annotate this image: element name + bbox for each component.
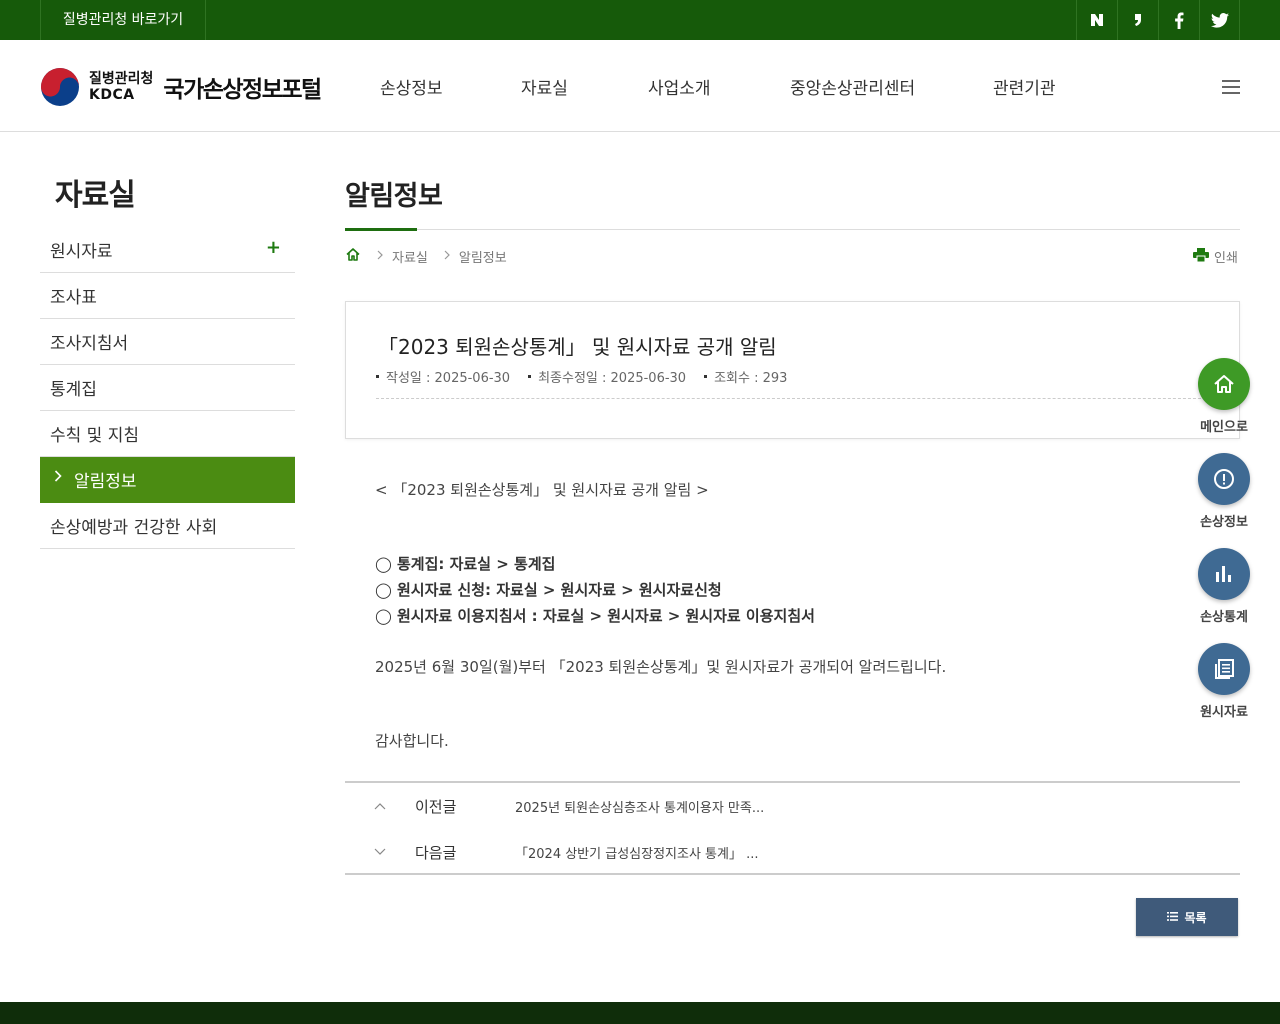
post-notice: 2025년 6월 30일(월)부터 「2023 퇴원손상통계」및 원시자료가 공… [375,658,947,676]
sidebar-item-label: 수칙 및 지침 [50,426,140,446]
quick-item-label: 메인으로 [1200,420,1248,435]
facebook-icon[interactable] [1158,0,1199,40]
quick-item-label: 손상정보 [1200,515,1248,530]
org-name-english: KDCA [89,87,135,103]
sidebar-item-rules[interactable]: 수칙 및 지침 [40,411,295,457]
sidebar-item-raw-data[interactable]: 원시자료 + [40,227,295,273]
site-logo[interactable]: 질병관리청 KDCA 국가손상정보포털 [40,67,322,107]
post-link-line: ◯ 원시자료 이용지침서 : 자료실 > 원시자료 > 원시자료 이용지침서 [375,607,815,625]
breadcrumb-separator-icon [377,250,383,263]
post-view-count: 조회수 : 293 [704,367,787,386]
list-icon [1167,910,1179,924]
quick-item-raw-data[interactable]: 원시자료 [1196,643,1252,720]
twitter-icon[interactable] [1199,0,1240,40]
prev-post-row[interactable]: 이전글 2025년 퇴원손상심층조사 통계이용자 만족... [345,783,1240,829]
gnb-item-injury-info[interactable]: 손상정보 [380,74,443,99]
breadcrumb: 자료실 알림정보 [345,247,507,266]
document-list-icon[interactable] [1198,643,1250,695]
breadcrumb-separator-icon [444,250,450,263]
bar-chart-icon[interactable] [1198,548,1250,600]
quick-item-main[interactable]: 메인으로 [1196,358,1252,435]
kdca-shortcut-link[interactable]: 질병관리청 바로가기 [40,0,206,40]
quick-item-label: 손상통계 [1200,610,1248,625]
local-nav: 원시자료 + 조사표 조사지침서 통계집 수칙 및 지침 알림정보 손상예방과 … [40,227,295,549]
next-post-label: 다음글 [415,843,457,862]
kdca-emblem-icon [41,68,79,106]
portal-name: 국가손상정보포털 [163,77,322,103]
naver-post-icon[interactable] [1117,0,1158,40]
sidebar-item-label: 손상예방과 건강한 사회 [50,518,218,538]
chevron-down-icon [345,845,415,859]
list-button[interactable]: 목록 [1136,898,1238,936]
alert-circle-icon[interactable] [1198,453,1250,505]
sidebar-item-label: 원시자료 [50,242,113,262]
print-button[interactable]: 인쇄 [1193,247,1238,266]
post-meta-divider [376,398,1211,399]
sidebar-item-label: 조사표 [50,288,97,308]
sidebar-item-prevention[interactable]: 손상예방과 건강한 사회 [40,503,295,549]
sidebar-item-guide[interactable]: 조사지침서 [40,319,295,365]
next-post-link[interactable]: 「2024 상반기 급성심장정지조사 통계」 ... [515,843,759,862]
sidebar-item-notice[interactable]: 알림정보 [40,457,295,503]
sidebar-item-label: 통계집 [50,380,97,400]
breadcrumb-item[interactable]: 자료실 [392,247,428,266]
sidebar-item-stats-book[interactable]: 통계집 [40,365,295,411]
org-name: 질병관리청 KDCA [89,71,153,103]
sidebar-title: 자료실 [55,178,136,213]
title-accent-bar [345,228,417,231]
post-link-line: ◯ 통계집: 자료실 > 통계집 [375,555,556,573]
home-icon[interactable] [1198,358,1250,410]
plus-icon[interactable]: + [266,237,281,258]
hamburger-menu-icon[interactable] [1222,80,1240,94]
gnb-item-archive[interactable]: 자료실 [521,74,568,99]
site-footer [0,1002,1280,1024]
naver-blog-icon[interactable] [1076,0,1117,40]
list-button-label: 목록 [1184,910,1207,925]
quick-menu: 메인으로 손상정보 손상통계 원시자료 [1196,358,1252,738]
gnb-item-related[interactable]: 관련기관 [993,74,1056,99]
sns-links [1076,0,1240,40]
sidebar-item-label: 조사지침서 [50,334,129,354]
home-icon[interactable] [345,247,361,266]
next-post-row[interactable]: 다음글 「2024 상반기 급성심장정지조사 통계」 ... [345,829,1240,875]
sidebar-item-questionnaire[interactable]: 조사표 [40,273,295,319]
prev-post-link[interactable]: 2025년 퇴원손상심층조사 통계이용자 만족... [515,797,764,816]
printer-icon [1193,247,1209,266]
post-modified-date: 최종수정일 : 2025-06-30 [528,367,686,386]
gnb-item-business[interactable]: 사업소개 [648,74,711,99]
quick-item-label: 원시자료 [1200,705,1248,720]
post-intro: < 「2023 퇴원손상통계」 및 원시자료 공개 알림 > [375,481,709,499]
quick-item-injury-stats[interactable]: 손상통계 [1196,548,1252,625]
post-thanks: 감사합니다. [375,732,449,750]
prev-post-label: 이전글 [415,797,457,816]
title-divider [345,229,1240,230]
post-meta: 작성일 : 2025-06-30 최종수정일 : 2025-06-30 조회수 … [376,367,805,386]
post-created-date: 작성일 : 2025-06-30 [376,367,510,386]
post-header-box: 「2023 퇴원손상통계」 및 원시자료 공개 알림 작성일 : 2025-06… [345,301,1240,439]
post-link-line: ◯ 원시자료 신청: 자료실 > 원시자료 > 원시자료신청 [375,581,722,599]
gnb-item-center[interactable]: 중앙손상관리센터 [790,74,915,99]
breadcrumb-item[interactable]: 알림정보 [459,247,507,266]
print-label: 인쇄 [1214,251,1238,266]
top-utility-bar: 질병관리청 바로가기 [0,0,1280,40]
page-title: 알림정보 [345,181,443,212]
sidebar-item-label: 알림정보 [74,472,137,492]
org-name-korean: 질병관리청 [89,70,154,87]
post-title: 「2023 퇴원손상통계」 및 원시자료 공개 알림 [378,335,777,359]
chevron-up-icon [345,799,415,813]
quick-item-injury-info[interactable]: 손상정보 [1196,453,1252,530]
site-header: 질병관리청 KDCA 국가손상정보포털 손상정보 자료실 사업소개 중앙손상관리… [0,40,1280,132]
post-navigation: 이전글 2025년 퇴원손상심층조사 통계이용자 만족... 다음글 「2024… [345,781,1240,875]
chevron-right-icon [54,470,62,486]
